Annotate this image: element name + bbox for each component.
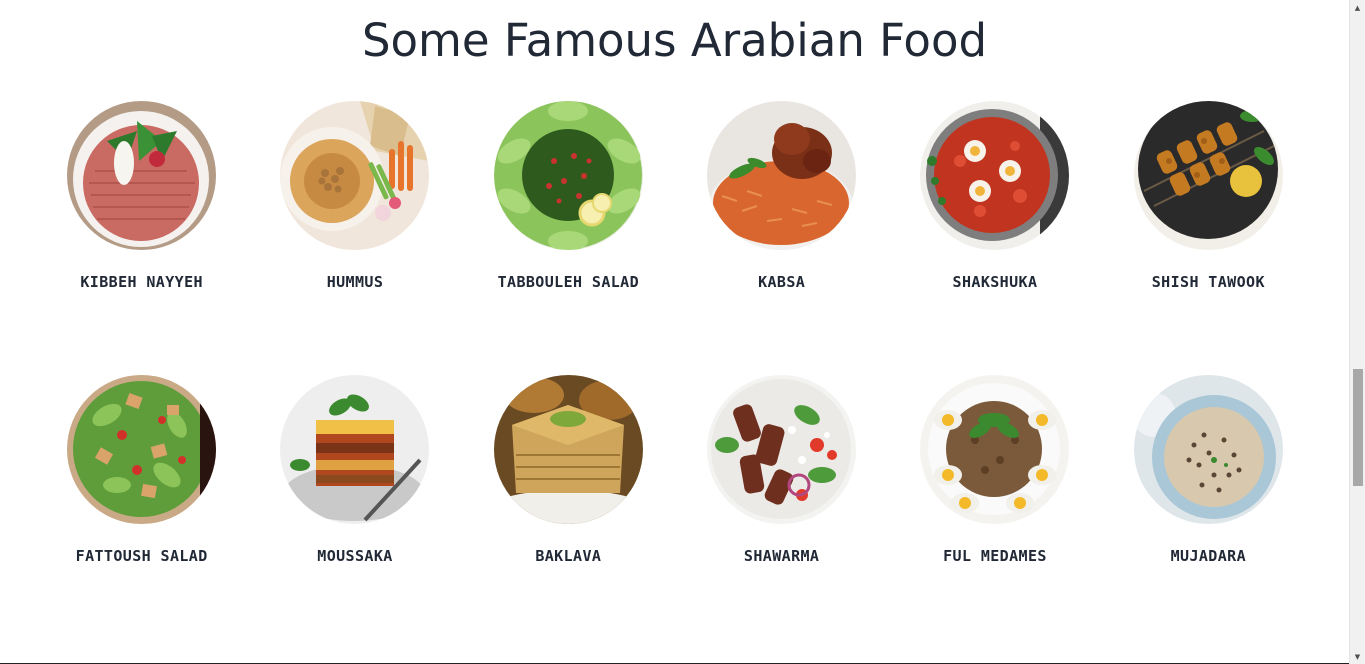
food-card: BAKLAVA: [462, 375, 675, 649]
page-title: Some Famous Arabian Food: [361, 14, 988, 67]
food-card: MUJADARA: [1102, 375, 1315, 649]
scroll-down-icon[interactable]: ▼: [1350, 649, 1365, 664]
food-card: SHAKSHUKA: [888, 101, 1101, 375]
food-name: MUJADARA: [1170, 547, 1247, 565]
food-card: FATTOUSH SALAD: [35, 375, 248, 649]
baklava-photo: [493, 375, 643, 524]
shakshuka-photo: [920, 101, 1070, 250]
food-name: SHAWARMA: [743, 547, 820, 565]
food-name: HUMMUS: [326, 273, 384, 291]
food-card: MOUSSAKA: [248, 375, 461, 649]
kibbeh-nayyeh-photo: [67, 101, 217, 250]
food-name: FATTOUSH SALAD: [75, 547, 208, 565]
tabbouleh-salad-photo: [493, 101, 643, 250]
food-name: SHAKSHUKA: [952, 273, 1038, 291]
food-card: KIBBEH NAYYEH: [35, 101, 248, 375]
food-card: KABSA: [675, 101, 888, 375]
food-name: KABSA: [758, 273, 806, 291]
food-row: KIBBEH NAYYEH HUMMUS TABBOULEH SALAD KAB…: [35, 101, 1315, 375]
hummus-photo: [280, 101, 430, 250]
vertical-scrollbar[interactable]: ▲ ▼: [1349, 0, 1365, 664]
ful-medames-photo: [920, 375, 1070, 524]
food-name: TABBOULEH SALAD: [497, 273, 640, 291]
food-card: TABBOULEH SALAD: [462, 101, 675, 375]
food-name: MOUSSAKA: [317, 547, 393, 565]
food-card: HUMMUS: [248, 101, 461, 375]
page: Some Famous Arabian Food KIBBEH NAYYEH H…: [0, 0, 1349, 664]
mujadara-photo: [1133, 375, 1283, 524]
food-name: SHISH TAWOOK: [1151, 273, 1265, 291]
food-card: SHAWARMA: [675, 375, 888, 649]
shish-tawook-photo: [1133, 101, 1283, 250]
fattoush-salad-photo: [67, 375, 217, 524]
moussaka-photo: [280, 375, 430, 524]
scroll-up-icon[interactable]: ▲: [1350, 0, 1365, 15]
food-name: BAKLAVA: [535, 547, 602, 565]
food-row: FATTOUSH SALAD MOUSSAKA BAKLAVA SHAWARMA…: [35, 375, 1315, 649]
kabsa-photo: [707, 101, 857, 250]
food-name: KIBBEH NAYYEH: [80, 273, 203, 291]
shawarma-photo: [707, 375, 857, 524]
scrollbar-thumb[interactable]: [1353, 369, 1363, 486]
food-card: FUL MEDAMES: [888, 375, 1101, 649]
food-name: FUL MEDAMES: [943, 547, 1047, 565]
food-grid: KIBBEH NAYYEH HUMMUS TABBOULEH SALAD KAB…: [35, 101, 1315, 649]
food-card: SHISH TAWOOK: [1102, 101, 1315, 375]
